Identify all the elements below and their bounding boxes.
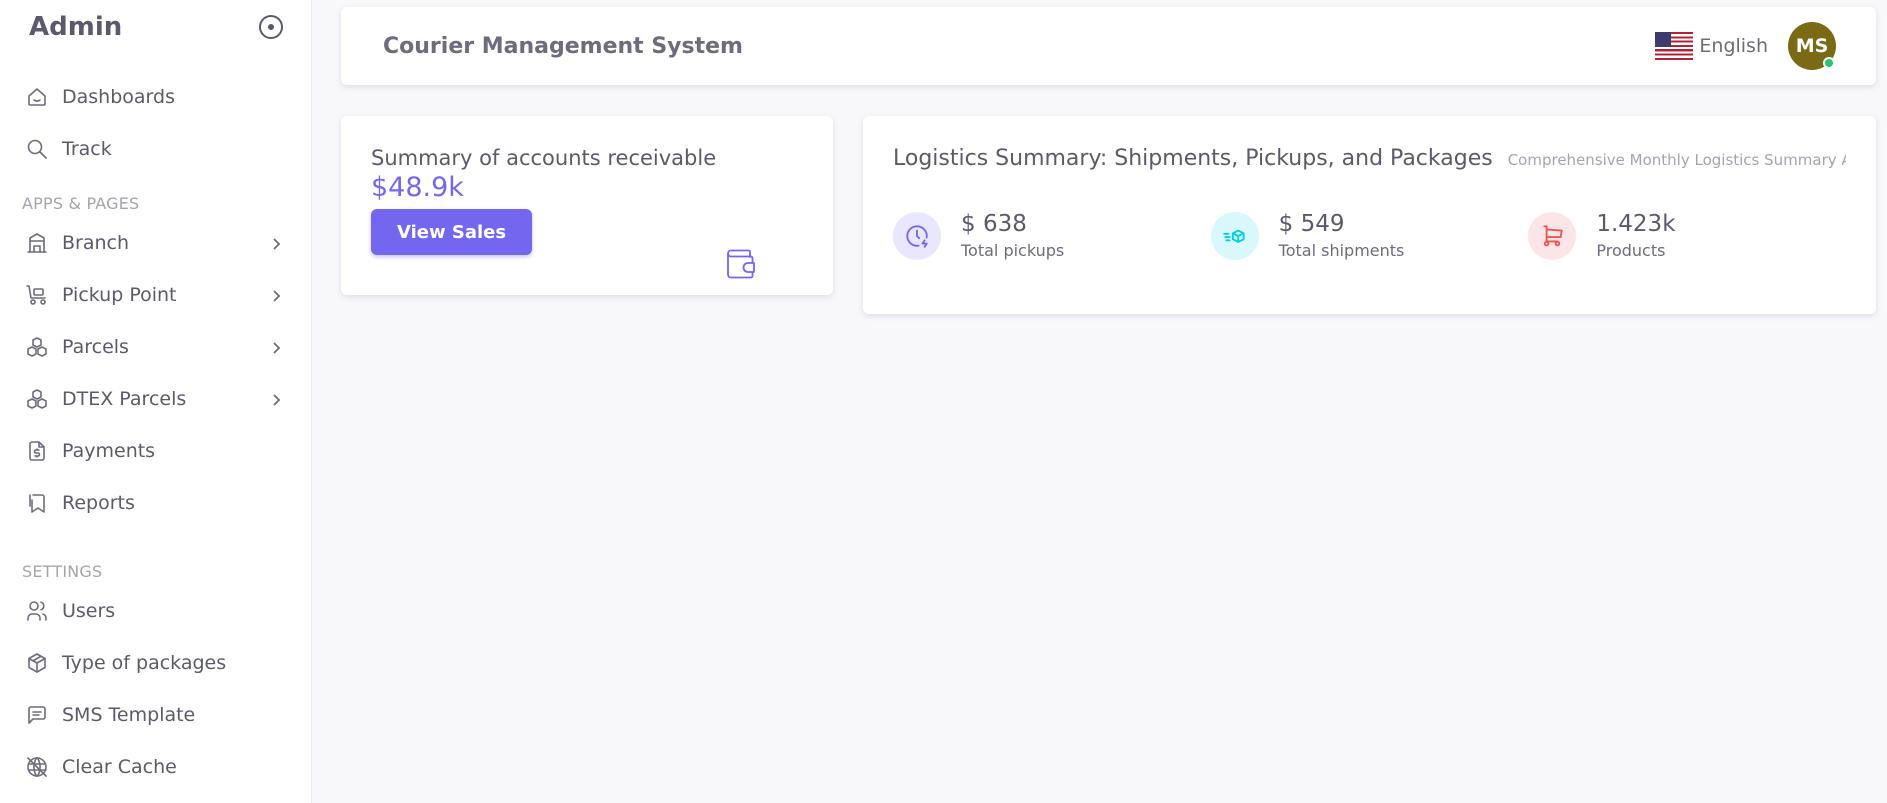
stat-value: $ 638 bbox=[961, 211, 1027, 237]
card-subtitle: Comprehensive Monthly Logistics Summary … bbox=[1507, 151, 1846, 169]
world-off-icon bbox=[24, 754, 50, 780]
sidebar-item-parcels[interactable]: Parcels bbox=[0, 321, 311, 373]
sidebar-item-users[interactable]: Users bbox=[0, 585, 311, 637]
stat-value: 1.423k bbox=[1596, 211, 1676, 237]
sidebar-item-label: DTEX Parcels bbox=[62, 388, 187, 410]
sidebar-item-reports[interactable]: Reports bbox=[0, 477, 311, 529]
sidebar-item-label: Type of packages bbox=[62, 652, 227, 674]
language-selector[interactable]: English bbox=[1655, 32, 1768, 60]
home-icon bbox=[24, 84, 50, 110]
section-header-settings: SETTINGS bbox=[22, 562, 103, 581]
sidebar-item-label: Branch bbox=[62, 232, 130, 254]
sidebar-item-sms-template[interactable]: SMS Template bbox=[0, 689, 311, 741]
chevron-right-icon bbox=[269, 288, 283, 302]
search-icon bbox=[24, 136, 50, 162]
clock-bolt-icon bbox=[893, 211, 941, 260]
wallet-icon bbox=[723, 245, 759, 281]
logistics-summary-card: Logistics Summary: Shipments, Pickups, a… bbox=[863, 116, 1876, 314]
boxes-icon bbox=[24, 386, 50, 412]
cart-icon bbox=[1528, 211, 1577, 260]
stat-total-pickups: $ 638 Total pickups bbox=[893, 211, 1211, 260]
stat-label: Products bbox=[1596, 241, 1666, 260]
sidebar-item-label: Pickup Point bbox=[62, 284, 177, 306]
building-icon bbox=[24, 230, 50, 256]
chevron-right-icon bbox=[269, 392, 283, 406]
sidebar-item-dashboards[interactable]: Dashboards bbox=[0, 71, 311, 123]
users-icon bbox=[24, 598, 50, 624]
invoice-icon bbox=[24, 438, 50, 464]
chevron-right-icon bbox=[269, 340, 283, 354]
top-navbar: Courier Management System English MS bbox=[341, 7, 1876, 85]
sidebar-item-label: Dashboards bbox=[62, 86, 175, 108]
us-flag-icon bbox=[1655, 32, 1694, 60]
brand-title: Admin bbox=[29, 12, 123, 42]
app-title: Courier Management System bbox=[383, 33, 743, 59]
stat-label: Total shipments bbox=[1278, 241, 1405, 260]
message-icon bbox=[24, 702, 50, 728]
boxes-icon bbox=[24, 334, 50, 360]
stats-row: $ 638 Total pickups $ 549 Total shipment… bbox=[893, 211, 1846, 260]
sidebar-item-label: Clear Cache bbox=[62, 756, 177, 778]
card-title: Logistics Summary: Shipments, Pickups, a… bbox=[893, 146, 1493, 171]
sidebar-item-payments[interactable]: Payments bbox=[0, 425, 311, 477]
stat-value: $ 549 bbox=[1278, 211, 1345, 237]
avatar-initials: MS bbox=[1795, 35, 1829, 57]
sidebar-item-label: Reports bbox=[62, 492, 135, 514]
stat-products: 1.423k Products bbox=[1528, 211, 1846, 260]
sidebar-brand: Admin bbox=[0, 0, 311, 54]
view-sales-button[interactable]: View Sales bbox=[371, 209, 533, 255]
sidebar-item-label: Payments bbox=[62, 440, 156, 462]
bookmark-icon bbox=[24, 490, 50, 516]
sidebar-item-label: Parcels bbox=[62, 336, 129, 358]
sidebar-item-track[interactable]: Track bbox=[0, 123, 311, 175]
truck-loading-icon bbox=[24, 282, 50, 308]
stat-total-shipments: $ 549 Total shipments bbox=[1210, 211, 1529, 260]
card-title: Summary of accounts receivable bbox=[371, 146, 717, 170]
sidebar-item-pickup-point[interactable]: Pickup Point bbox=[0, 269, 311, 321]
language-label: English bbox=[1699, 35, 1768, 57]
sidebar-item-dtex-parcels[interactable]: DTEX Parcels bbox=[0, 373, 311, 425]
sidebar-item-branch[interactable]: Branch bbox=[0, 217, 311, 269]
receivable-amount: $48.9k bbox=[371, 172, 464, 203]
sidebar-item-type-of-packages[interactable]: Type of packages bbox=[0, 637, 311, 689]
stat-label: Total pickups bbox=[961, 241, 1065, 260]
sidebar-item-label: Users bbox=[62, 600, 116, 622]
user-avatar[interactable]: MS bbox=[1788, 22, 1836, 70]
sidebar-item-clear-cache[interactable]: Clear Cache bbox=[0, 741, 311, 793]
online-status-indicator bbox=[1823, 57, 1835, 69]
sidebar-toggle-icon[interactable] bbox=[259, 15, 283, 39]
section-header-apps: APPS & PAGES bbox=[22, 194, 140, 213]
sidebar: Admin Dashboards Track APPS & PAGES Bran… bbox=[0, 0, 312, 803]
sidebar-item-label: Track bbox=[62, 138, 112, 160]
accounts-receivable-card: Summary of accounts receivable $48.9k Vi… bbox=[341, 116, 833, 295]
chevron-right-icon bbox=[269, 236, 283, 250]
sidebar-item-label: SMS Template bbox=[62, 704, 196, 726]
package-icon bbox=[24, 650, 50, 676]
fast-box-icon bbox=[1210, 211, 1259, 260]
